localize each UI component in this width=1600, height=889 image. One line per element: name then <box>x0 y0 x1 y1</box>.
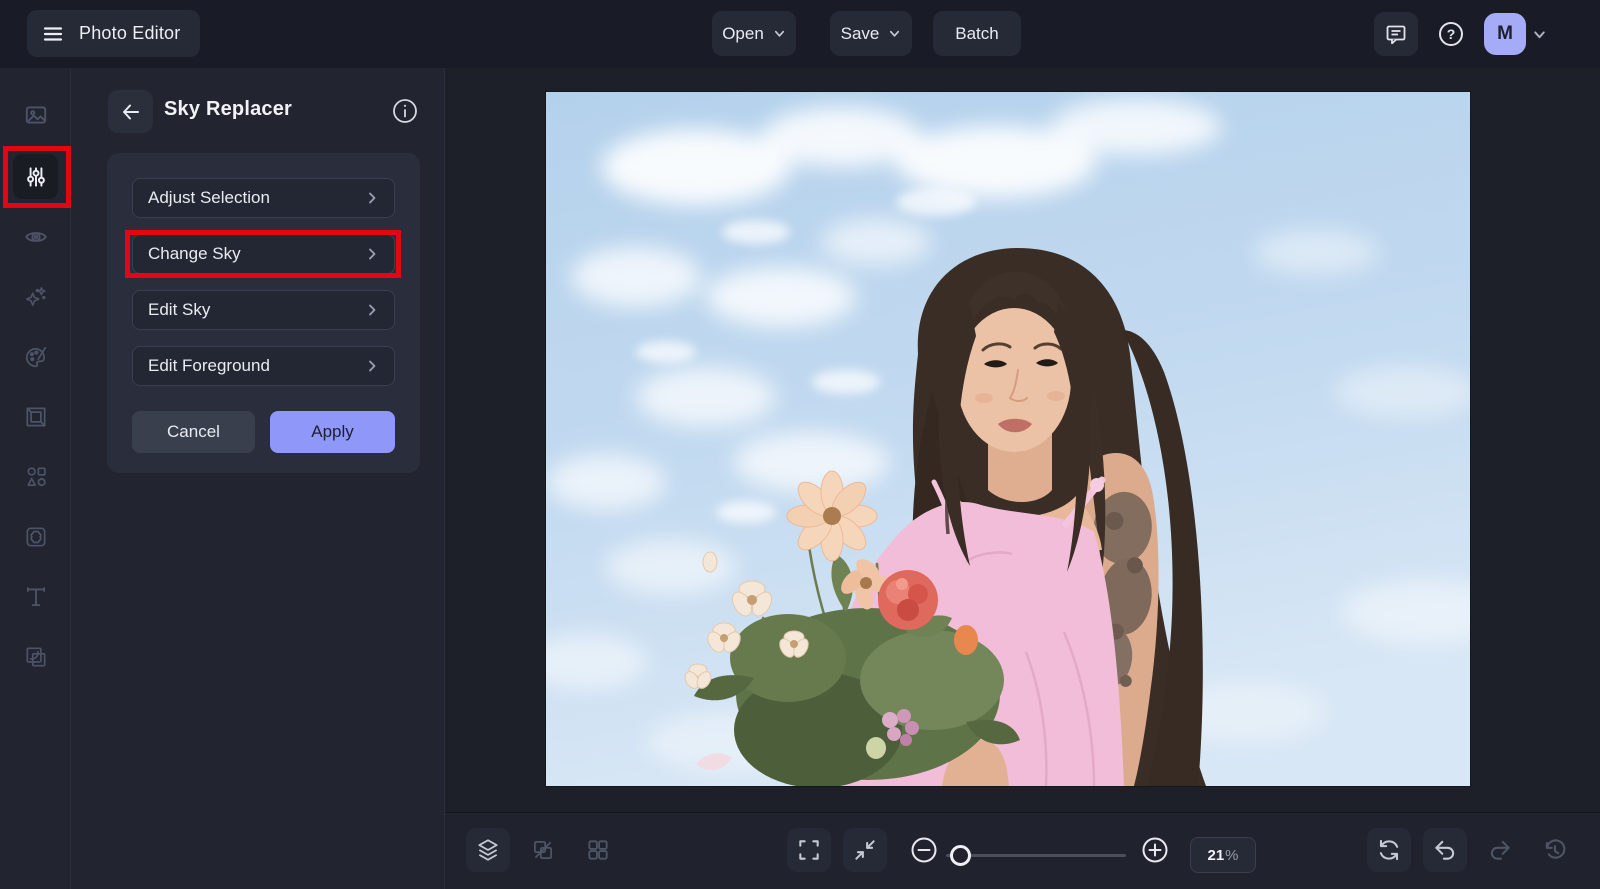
apply-button[interactable]: Apply <box>270 411 395 453</box>
zoom-in-icon <box>1140 835 1170 865</box>
fullscreen-icon <box>796 837 822 863</box>
history-button[interactable] <box>1533 828 1577 872</box>
zoom-slider-track[interactable] <box>946 854 1126 857</box>
redo-button[interactable] <box>1478 828 1522 872</box>
layers-icon <box>475 837 501 863</box>
tool-adjustments[interactable] <box>13 154 58 199</box>
palette-icon <box>23 344 49 370</box>
chevron-right-icon <box>364 190 380 206</box>
overlap-icon <box>23 644 49 670</box>
arrow-left-icon <box>119 100 143 124</box>
eye-icon <box>23 224 49 250</box>
tool-arrange[interactable] <box>13 634 58 679</box>
frame-icon <box>23 404 49 430</box>
info-button[interactable] <box>390 96 420 126</box>
portrait-photo <box>546 92 1470 786</box>
tool-frame[interactable] <box>13 394 58 439</box>
open-label: Open <box>722 23 764 43</box>
sky-replacer-panel: Sky Replacer Adjust Selection Change Sky… <box>71 68 445 889</box>
feedback-button[interactable] <box>1374 12 1418 56</box>
info-icon <box>391 97 419 125</box>
sparkles-icon <box>23 284 49 310</box>
canvas-area: 21% <box>445 68 1600 889</box>
photo-editor-app: Photo Editor Open Save Batch ? M Sky Rep… <box>0 0 1600 889</box>
zoom-in-button[interactable] <box>1140 835 1170 865</box>
svg-text:?: ? <box>1447 26 1456 42</box>
zoom-slider-knob[interactable] <box>950 845 971 866</box>
avatar-initial: M <box>1497 23 1513 44</box>
zoom-out-button[interactable] <box>909 835 939 865</box>
main-menu-button[interactable]: Photo Editor <box>27 10 201 57</box>
texture-icon <box>23 524 49 550</box>
open-button[interactable]: Open <box>712 11 796 56</box>
account-menu-chevron[interactable] <box>1532 27 1547 42</box>
image-icon <box>23 102 49 128</box>
tool-shapes[interactable] <box>13 454 58 499</box>
adjust-selection-label: Adjust Selection <box>148 188 270 207</box>
tool-paint[interactable] <box>13 334 58 379</box>
undo-button[interactable] <box>1423 828 1467 872</box>
cancel-button[interactable]: Cancel <box>132 411 255 453</box>
chevron-right-icon <box>364 302 380 318</box>
history-icon <box>1542 837 1568 863</box>
collapse-icon <box>852 837 878 863</box>
text-icon <box>23 584 49 610</box>
change-sky-item[interactable]: Change Sky <box>132 234 395 274</box>
fit-screen-button[interactable] <box>787 828 831 872</box>
compare-icon <box>530 837 556 863</box>
layers-button[interactable] <box>466 828 510 872</box>
refresh-icon <box>1376 837 1402 863</box>
sky-replacer-card: Adjust Selection Change Sky Edit Sky Edi… <box>107 153 420 473</box>
edit-sky-item[interactable]: Edit Sky <box>132 290 395 330</box>
account-avatar[interactable]: M <box>1484 13 1526 55</box>
tool-eye[interactable] <box>13 214 58 259</box>
shapes-icon <box>23 464 49 490</box>
topbar: Photo Editor Open Save Batch ? M <box>0 0 1600 68</box>
back-button[interactable] <box>108 90 153 133</box>
help-button[interactable]: ? <box>1429 12 1473 56</box>
reset-button[interactable] <box>1367 828 1411 872</box>
zoom-level-value: 21 <box>1207 846 1225 864</box>
fill-screen-button[interactable] <box>843 828 887 872</box>
canvas-image[interactable] <box>546 92 1470 786</box>
batch-label: Batch <box>955 23 999 43</box>
edit-foreground-label: Edit Foreground <box>148 356 270 375</box>
undo-icon <box>1432 837 1458 863</box>
grid-icon <box>585 837 611 863</box>
redo-icon <box>1487 837 1513 863</box>
hamburger-icon <box>41 22 65 46</box>
grid-view-button[interactable] <box>576 828 620 872</box>
chevron-down-icon <box>888 27 901 40</box>
edit-sky-label: Edit Sky <box>148 300 211 319</box>
chevron-right-icon <box>364 358 380 374</box>
tool-effects[interactable] <box>13 274 58 319</box>
adjustments-icon <box>23 164 49 190</box>
save-button[interactable]: Save <box>830 11 912 56</box>
preview-compare-button[interactable] <box>521 828 565 872</box>
help-icon: ? <box>1436 19 1466 49</box>
tool-rail <box>0 68 71 889</box>
save-label: Save <box>840 23 880 43</box>
chevron-down-icon <box>773 27 786 40</box>
zoom-level-field[interactable]: 21% <box>1190 837 1256 873</box>
panel-title: Sky Replacer <box>164 98 293 120</box>
app-title: Photo Editor <box>79 23 181 43</box>
chevron-right-icon <box>364 246 380 262</box>
tool-image[interactable] <box>13 92 58 137</box>
chevron-down-icon <box>1532 27 1547 42</box>
tool-text[interactable] <box>13 574 58 619</box>
edit-foreground-item[interactable]: Edit Foreground <box>132 346 395 386</box>
zoom-out-icon <box>909 835 939 865</box>
zoom-level-unit: % <box>1225 846 1239 864</box>
statusbar: 21% <box>445 812 1600 889</box>
tool-filters[interactable] <box>13 514 58 559</box>
comment-icon <box>1384 22 1408 46</box>
adjust-selection-item[interactable]: Adjust Selection <box>132 178 395 218</box>
change-sky-label: Change Sky <box>148 244 241 263</box>
batch-button[interactable]: Batch <box>933 11 1021 56</box>
